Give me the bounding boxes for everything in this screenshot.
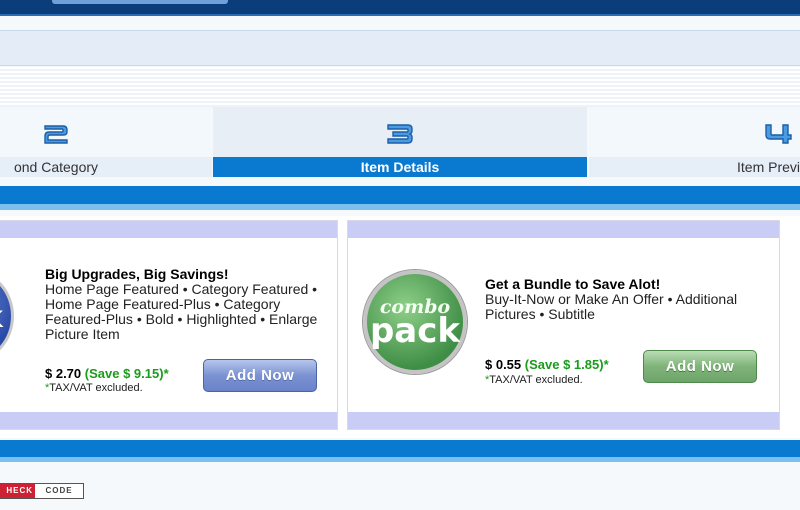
check-label: HECK: [0, 484, 35, 498]
offer-card-upgrades: k Big Upgrades, Big Savings! Home Page F…: [0, 220, 338, 430]
tax-note: *TAX/VAT excluded.: [485, 374, 583, 386]
combo-pack-badge-icon: combo pack: [363, 270, 467, 374]
step-4-number: [589, 111, 800, 157]
number-2-icon: [44, 125, 68, 144]
step-4[interactable]: Item Previ: [589, 107, 800, 177]
tax-note-text: TAX/VAT excluded.: [49, 382, 143, 394]
number-4-icon: [765, 124, 792, 144]
step-3-number: [213, 111, 587, 157]
offer-description: Home Page Featured • Category Featured •…: [45, 281, 318, 342]
offer-title: Get a Bundle to Save Alot!: [485, 276, 661, 292]
price-value: $ 2.70: [45, 366, 82, 381]
add-now-button-upgrades[interactable]: Add Now: [203, 359, 317, 392]
badge-pack-text: pack: [369, 311, 461, 351]
step-2[interactable]: ond Category: [0, 107, 212, 177]
offer-description: Buy-It-Now or Make An Offer • Additional…: [485, 291, 738, 322]
card-band-bottom: [348, 412, 779, 429]
step-4-label: Item Previ: [589, 157, 800, 177]
section-bar-bottom: [0, 440, 800, 462]
add-now-button-combo[interactable]: Add Now: [643, 350, 757, 383]
tax-note-text: TAX/VAT excluded.: [489, 374, 583, 386]
header-tab[interactable]: [52, 0, 228, 4]
tax-note: *TAX/VAT excluded.: [45, 382, 143, 394]
step-indicator: ond Category Item Details Item Previ: [0, 107, 800, 177]
striped-divider: [0, 67, 800, 107]
card-band-bottom: [0, 412, 337, 429]
step-2-label: ond Category: [0, 157, 212, 177]
offer-card-combo: combo pack Get a Bundle to Save Alot! Bu…: [347, 220, 780, 430]
price-footnote-mark: *: [603, 357, 609, 372]
card-band-top: [0, 221, 337, 238]
number-3-icon: [387, 124, 413, 144]
step-3[interactable]: Item Details: [213, 107, 587, 177]
card-band-top: [348, 221, 779, 238]
upgrade-badge-text: k: [0, 300, 3, 335]
offers-area: k Big Upgrades, Big Savings! Home Page F…: [0, 216, 800, 438]
offer-price: $ 2.70 (Save $ 9.15)*: [45, 366, 169, 381]
price-savings: (Save $ 1.85): [524, 357, 604, 372]
offer-price: $ 0.55 (Save $ 1.85)*: [485, 357, 609, 372]
price-value: $ 0.55: [485, 357, 522, 372]
offer-title: Big Upgrades, Big Savings!: [45, 266, 229, 282]
code-label: CODE: [35, 484, 83, 498]
step-3-label: Item Details: [213, 157, 587, 177]
step-2-number: [0, 111, 212, 157]
footer: HECK CODE: [0, 467, 800, 510]
w3c-check-code-badge[interactable]: HECK CODE: [0, 483, 84, 499]
page: ond Category Item Details Item Previ Big…: [0, 0, 800, 510]
top-header-bar: [0, 0, 800, 16]
price-savings: (Save $ 9.15): [84, 366, 164, 381]
section-bar-top: [0, 186, 800, 210]
upgrade-badge-icon: k: [0, 271, 14, 361]
sub-header-bar: [0, 30, 800, 66]
price-footnote-mark: *: [163, 366, 169, 381]
